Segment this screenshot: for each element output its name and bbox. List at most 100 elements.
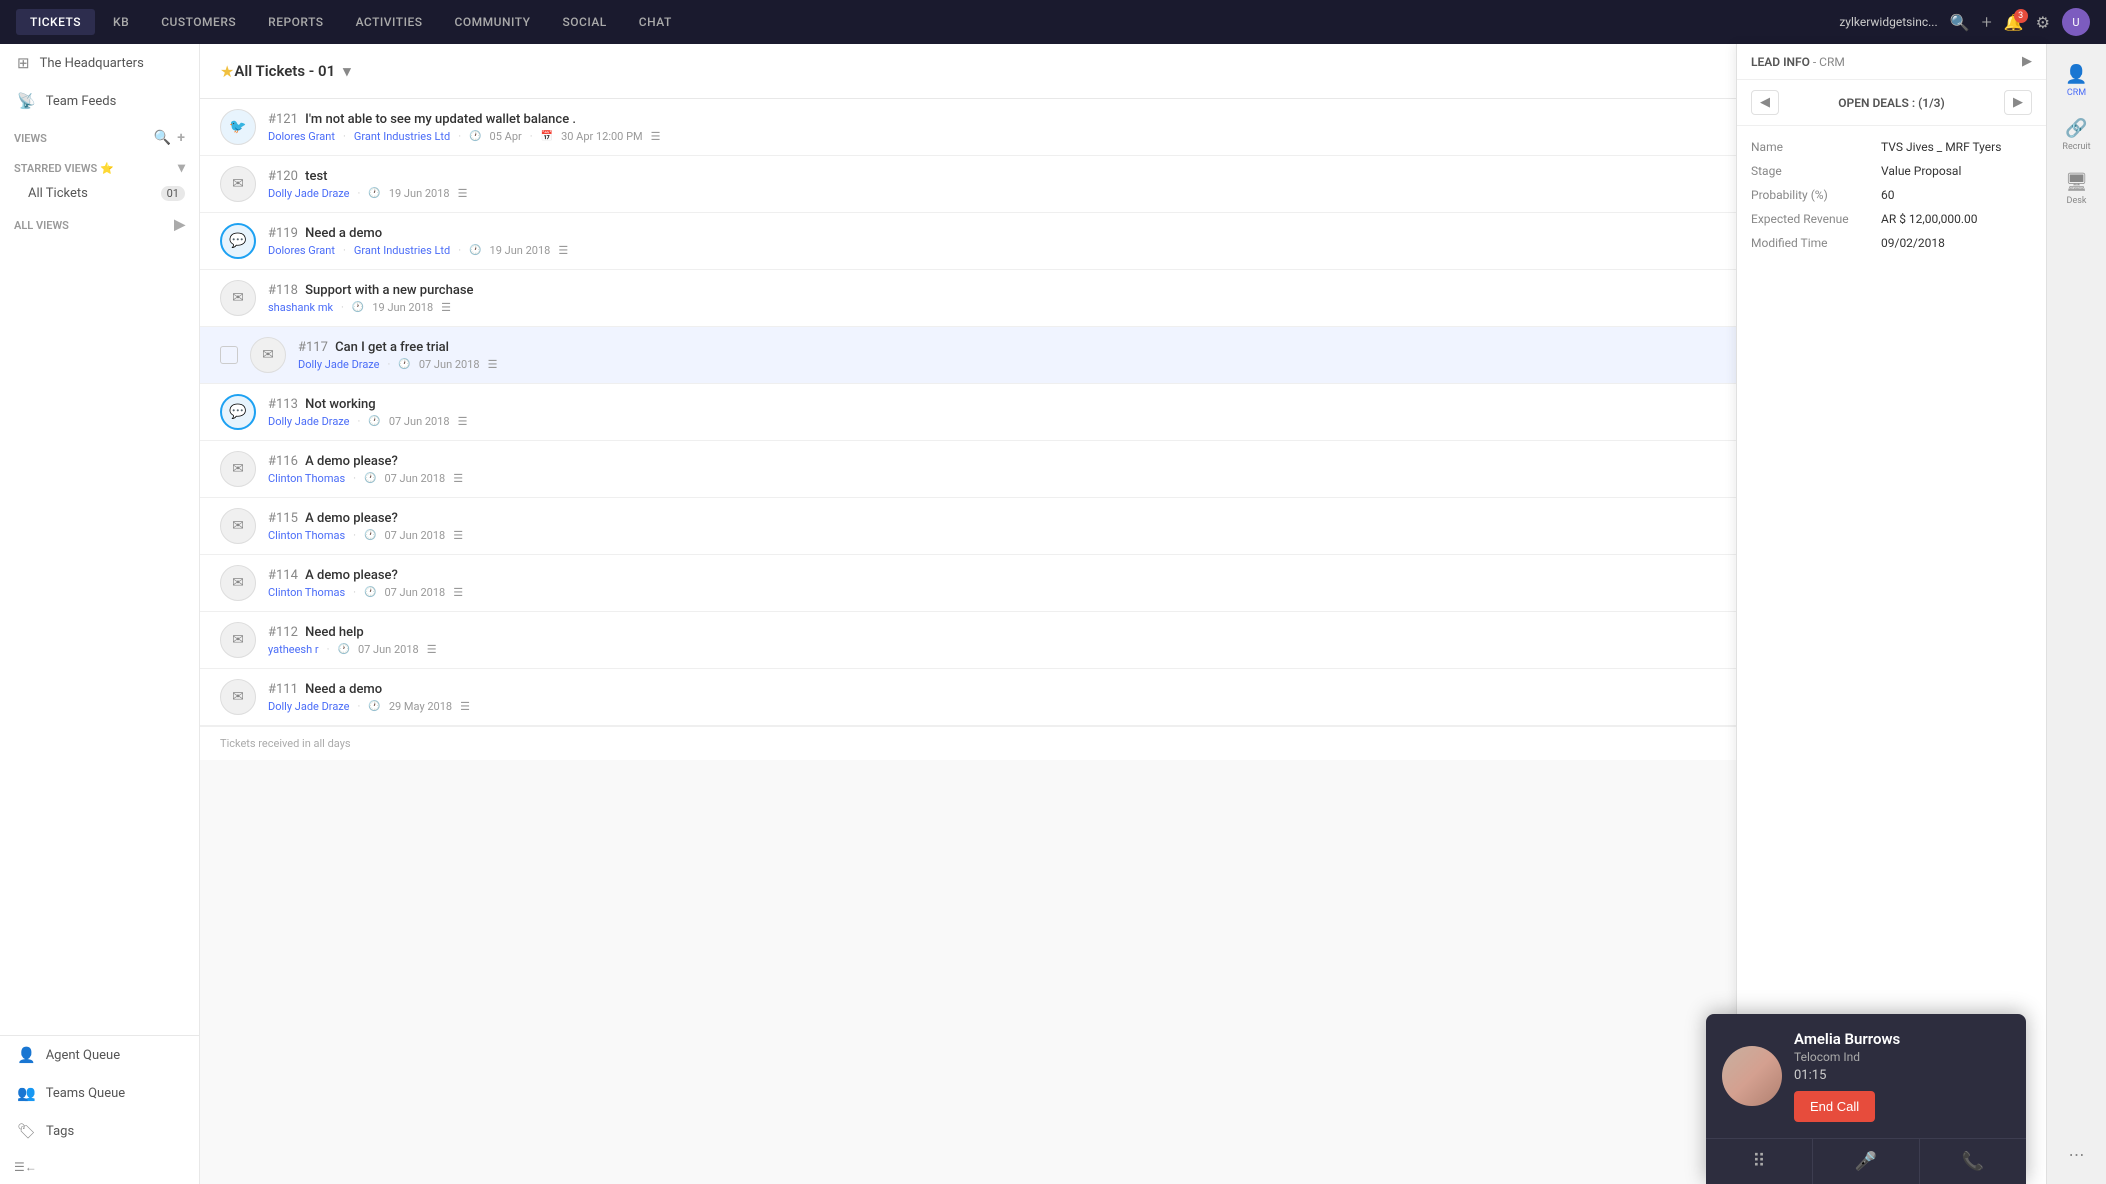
nav-tickets[interactable]: TICKETS	[16, 9, 95, 35]
sidebar-item-agent-queue[interactable]: 👤 Agent Queue	[0, 1036, 199, 1074]
lead-nav: ◀ OPEN DEALS : (1/3) ▶	[1737, 80, 2046, 126]
all-views-expand-icon[interactable]: ▶	[174, 217, 185, 233]
rs-crm-label: CRM	[2067, 88, 2086, 98]
ticket-date1: 07 Jun 2018	[389, 415, 450, 428]
ticket-subject: Need a demo	[305, 682, 382, 697]
nav-chat[interactable]: CHAT	[625, 9, 686, 35]
rs-item-recruit[interactable]: 🔗 Recruit	[2047, 110, 2106, 160]
ticket-date1: 07 Jun 2018	[384, 529, 445, 542]
nav-social[interactable]: SOCIAL	[548, 9, 620, 35]
sidebar-item-tags[interactable]: 🏷 Tags	[0, 1112, 199, 1150]
ticket-list-icon: ☰	[453, 586, 463, 599]
ticket-number: #118	[268, 283, 298, 298]
rs-item-desk[interactable]: 🖥 Desk	[2047, 164, 2106, 214]
sidebar-item-headquarters[interactable]: ⊞ The Headquarters	[0, 44, 199, 82]
search-icon[interactable]: 🔍	[1950, 13, 1970, 32]
sidebar-item-team-feeds[interactable]: 📡 Team Feeds	[0, 82, 199, 120]
ticket-contact[interactable]: yatheesh r	[268, 643, 319, 656]
ticket-contact[interactable]: Clinton Thomas	[268, 529, 345, 542]
sidebar-item-teams-queue[interactable]: 👥 Teams Queue	[0, 1074, 199, 1112]
ticket-contact[interactable]: shashank mk	[268, 301, 333, 314]
row-checkbox[interactable]	[220, 346, 238, 364]
ticket-contact[interactable]: Clinton Thomas	[268, 586, 345, 599]
crm-label: - CRM	[1813, 55, 1845, 69]
ticket-contact[interactable]: Dolly Jade Draze	[268, 187, 350, 200]
settings-icon[interactable]: ⚙	[2036, 13, 2050, 32]
ticket-contact[interactable]: Dolores Grant	[268, 244, 335, 257]
ticket-date1: 05 Apr	[490, 130, 522, 143]
right-sidebar: 👤 CRM 🔗 Recruit 🖥 Desk ⋯	[2046, 44, 2106, 1184]
all-views-section: ALL VIEWS ▶	[0, 207, 199, 237]
notifications-icon[interactable]: 🔔 3	[2004, 13, 2024, 32]
search-views-icon[interactable]: 🔍	[154, 130, 171, 146]
agent-queue-label: Agent Queue	[46, 1048, 120, 1063]
ticket-contact[interactable]: Dolly Jade Draze	[268, 700, 350, 713]
lead-label-name: Name	[1751, 140, 1881, 154]
ticket-contact[interactable]: Dolores Grant	[268, 130, 335, 143]
nav-activities[interactable]: ACTIVITIES	[342, 9, 437, 35]
ticket-meta: shashank mk · 🕐 19 Jun 2018 ☰	[268, 301, 1975, 314]
lead-value-name: TVS Jives _ MRF Tyers	[1881, 140, 2001, 154]
ticket-subject: test	[305, 169, 327, 184]
ticket-meta: Dolly Jade Draze · 🕐 19 Jun 2018 ☰	[268, 187, 1975, 200]
lead-row-stage: Stage Value Proposal	[1751, 164, 2032, 178]
clock-icon: 🕐	[364, 587, 376, 598]
ticket-number: #112	[268, 625, 298, 640]
ticket-list-icon: ☰	[441, 301, 451, 314]
clock-icon: 🕐	[364, 530, 376, 541]
open-deals-label: OPEN DEALS : (1/3)	[1779, 96, 2004, 110]
ticket-subject: A demo please?	[305, 454, 398, 469]
ticket-date1: 07 Jun 2018	[358, 643, 419, 656]
lead-panel-expand-icon[interactable]: ▶	[2022, 54, 2032, 69]
favorite-star-icon[interactable]: ★	[220, 62, 234, 81]
user-avatar[interactable]: U	[2062, 8, 2090, 36]
teams-queue-icon: 👥	[17, 1084, 36, 1102]
ticket-info: #119 Need a demo Dolores Grant · Grant I…	[268, 226, 1975, 257]
ticket-title: #120 test	[268, 169, 1975, 184]
ticket-info: #113 Not working Dolly Jade Draze · 🕐 07…	[268, 397, 1975, 428]
rs-expand-collapse-btn[interactable]: ⋯	[2061, 1137, 2093, 1172]
sidebar-views-section: Views 🔍 +	[0, 120, 199, 150]
lead-label-stage: Stage	[1751, 164, 1881, 178]
mute-button[interactable]: 🎤	[1813, 1139, 1920, 1184]
clock-icon: 🕐	[352, 302, 364, 313]
ticket-title: #113 Not working	[268, 397, 1975, 412]
call-widget-header: Amelia Burrows Telocom Ind 01:15 End Cal…	[1706, 1014, 2026, 1138]
ticket-contact[interactable]: Clinton Thomas	[268, 472, 345, 485]
sidebar-collapse-btn[interactable]: ☰←	[0, 1150, 199, 1184]
all-tickets-badge: 01	[161, 186, 185, 201]
ticket-company[interactable]: Grant Industries Ltd	[354, 244, 450, 257]
crm-icon: 👤	[2065, 64, 2087, 85]
clock-icon: 🕐	[398, 359, 410, 370]
title-dropdown-icon[interactable]: ▾	[343, 62, 351, 80]
add-view-icon[interactable]: +	[177, 130, 185, 146]
nav-community[interactable]: COMMUNITY	[441, 9, 545, 35]
teams-queue-label: Teams Queue	[46, 1086, 126, 1101]
keypad-button[interactable]: ⠿	[1706, 1139, 1813, 1184]
channel-icon-email: ✉	[220, 280, 256, 316]
tags-label: Tags	[46, 1124, 74, 1139]
ticket-list-icon: ☰	[427, 643, 437, 656]
lead-prev-btn[interactable]: ◀	[1751, 90, 1779, 115]
ticket-contact[interactable]: Dolly Jade Draze	[298, 358, 380, 371]
clock-icon: 🕐	[338, 644, 350, 655]
add-icon[interactable]: +	[1982, 12, 1992, 33]
top-nav: TICKETS KB CUSTOMERS REPORTS ACTIVITIES …	[0, 0, 2106, 44]
keypad-icon: ⠿	[1752, 1151, 1765, 1172]
rs-item-crm[interactable]: 👤 CRM	[2047, 56, 2106, 106]
phone-button[interactable]: 📞	[1920, 1139, 2026, 1184]
ticket-title: #119 Need a demo	[268, 226, 1975, 241]
ticket-title: #117 Can I get a free trial	[298, 340, 1910, 355]
nav-kb[interactable]: KB	[99, 9, 143, 35]
nav-reports[interactable]: REPORTS	[254, 9, 337, 35]
end-call-button[interactable]: End Call	[1794, 1091, 1875, 1122]
ticket-contact[interactable]: Dolly Jade Draze	[268, 415, 350, 428]
nav-customers[interactable]: CUSTOMERS	[147, 9, 250, 35]
ticket-company[interactable]: Grant Industries Ltd	[354, 130, 450, 143]
lead-next-btn[interactable]: ▶	[2004, 90, 2032, 115]
ticket-subject: A demo please?	[305, 568, 398, 583]
sidebar-all-tickets[interactable]: All Tickets 01	[0, 180, 199, 207]
starred-views-collapse-icon[interactable]: ▾	[178, 160, 185, 176]
ticket-list-icon: ☰	[558, 244, 568, 257]
lead-row-probability: Probability (%) 60	[1751, 188, 2032, 202]
